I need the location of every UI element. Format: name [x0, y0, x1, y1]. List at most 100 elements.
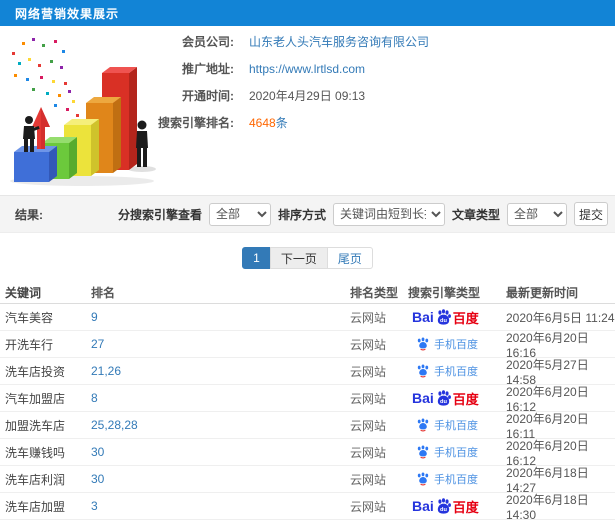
table-row: 汽车加盟店 8 云网站 Bai du 百度 2020年6月20日 16:12 [0, 385, 615, 414]
cell-rank-type: 云网站 [350, 364, 387, 379]
baidu-logo-bai-text: Bai [412, 498, 434, 514]
col-rank-type: 排名类型 [350, 286, 399, 300]
filter-bar: 结果: 分搜索引擎查看 全部 排序方式 关键词由短到长排序 文章类型 全部 提交 [0, 195, 615, 233]
rank-count: 4648 [249, 116, 276, 130]
engine-filter-select[interactable]: 全部 [208, 202, 271, 226]
cell-keyword: 汽车加盟店 [5, 391, 66, 406]
mobile-baidu-text: 手机百度 [434, 420, 478, 432]
baidu-mobile-logo: 手机百度 [408, 444, 478, 460]
cell-engine: 手机百度 [408, 444, 506, 460]
mobile-baidu-paw-icon [417, 418, 429, 432]
baidu-paw-icon: du [437, 389, 451, 406]
last-page-button[interactable]: 尾页 [326, 247, 373, 269]
svg-text:du: du [440, 318, 447, 324]
table-row: 汽车美容 9 云网站 Bai du 百度 2020年6月5日 11:24 [0, 304, 615, 331]
mobile-baidu-text: 手机百度 [434, 474, 478, 486]
cell-rank-type: 云网站 [350, 472, 387, 487]
mobile-baidu-paw-icon [417, 337, 429, 351]
cell-rank[interactable]: 8 [91, 391, 98, 405]
cell-keyword: 洗车店投资 [5, 364, 66, 379]
company-link[interactable]: 山东老人头汽车服务咨询有限公司 [249, 33, 429, 50]
cell-rank-type: 云网站 [350, 445, 387, 460]
col-updated: 最新更新时间 [506, 286, 579, 300]
pagination: 1 下一页 尾页 [242, 247, 373, 269]
cell-rank[interactable]: 21,26 [91, 364, 121, 378]
table-header: 关键词 排名 排名类型 搜索引擎类型 最新更新时间 [0, 282, 615, 304]
submit-button[interactable]: 提交 [574, 202, 608, 226]
article-type-select[interactable]: 全部 [507, 202, 567, 226]
col-engine-type: 搜索引擎类型 [408, 286, 481, 300]
mobile-baidu-paw-icon [417, 364, 429, 378]
baidu-mobile-logo: 手机百度 [408, 336, 478, 352]
engine-rank-value: 4648条 [249, 114, 288, 131]
page-1-button[interactable]: 1 [242, 247, 271, 269]
table-row: 洗车赚钱吗 30 云网站 手机百度 2020年6月20日 16:12 [0, 439, 615, 468]
cell-keyword: 洗车店利润 [5, 472, 66, 487]
results-table: 关键词 排名 排名类型 搜索引擎类型 最新更新时间 汽车美容 9 云网站 Bai… [0, 282, 615, 520]
cell-keyword: 开洗车行 [5, 337, 54, 352]
cell-rank[interactable]: 30 [91, 472, 104, 486]
baidu-logo-bai-text: Bai [412, 309, 434, 325]
cell-rank-type: 云网站 [350, 499, 387, 514]
cell-rank-type: 云网站 [350, 310, 387, 325]
table-row: 洗车店利润 30 云网站 手机百度 2020年6月18日 14:27 [0, 466, 615, 495]
col-keyword: 关键词 [5, 286, 42, 300]
cell-updated: 2020年6月18日 14:30 [506, 492, 589, 520]
pagination-wrap: 1 下一页 尾页 [0, 247, 615, 269]
info-row-open-time: 开通时间: 2020年4月29日 09:13 [120, 82, 429, 109]
member-info: 会员公司: 山东老人头汽车服务咨询有限公司 推广地址: https://www.… [120, 28, 429, 136]
baidu-mobile-logo: 手机百度 [408, 471, 478, 487]
filter-controls: 分搜索引擎查看 全部 排序方式 关键词由短到长排序 文章类型 全部 提交 [118, 202, 608, 226]
table-row: 加盟洗车店 25,28,28 云网站 手机百度 2020年6月20日 16:11 [0, 412, 615, 441]
mobile-baidu-text: 手机百度 [434, 366, 478, 378]
sort-filter-select[interactable]: 关键词由短到长排序 [332, 202, 445, 226]
cell-rank[interactable]: 27 [91, 337, 104, 351]
baidu-mobile-logo: 手机百度 [408, 417, 478, 433]
table-row: 开洗车行 27 云网站 手机百度 2020年6月20日 16:16 [0, 331, 615, 360]
svg-text:du: du [440, 507, 447, 513]
cell-rank[interactable]: 25,28,28 [91, 418, 138, 432]
cell-rank[interactable]: 30 [91, 445, 104, 459]
next-page-button[interactable]: 下一页 [269, 247, 328, 269]
baidu-pc-logo: Bai du 百度 [408, 308, 479, 327]
cell-keyword: 洗车赚钱吗 [5, 445, 66, 460]
cell-rank[interactable]: 9 [91, 310, 98, 324]
baidu-pc-logo: Bai du 百度 [408, 497, 479, 516]
cell-keyword: 加盟洗车店 [5, 418, 66, 433]
engine-rank-label: 搜索引擎排名: [158, 116, 234, 130]
cell-rank[interactable]: 3 [91, 499, 98, 513]
sort-filter-label: 排序方式 [277, 207, 326, 222]
confetti-dots [12, 38, 79, 117]
baidu-paw-icon: du [437, 497, 451, 514]
info-row-rank-count: 搜索引擎排名: 4648条 [120, 109, 429, 136]
article-type-label: 文章类型 [451, 207, 500, 222]
cell-rank-type: 云网站 [350, 391, 387, 406]
mobile-baidu-paw-icon [417, 472, 429, 486]
cell-engine: 手机百度 [408, 471, 506, 487]
company-label: 会员公司: [182, 35, 234, 49]
cell-engine: Bai du 百度 [408, 308, 506, 327]
table-row: 洗车店加盟 3 云网站 Bai du 百度 2020年6月18日 14:30 [0, 493, 615, 520]
promo-url-link[interactable]: https://www.lrtlsd.com [249, 62, 365, 76]
col-rank: 排名 [91, 286, 116, 300]
page-title: 网络营销效果展示 [15, 6, 120, 21]
cell-engine: 手机百度 [408, 363, 506, 379]
engine-filter-label: 分搜索引擎查看 [117, 207, 202, 222]
cell-keyword: 洗车店加盟 [5, 499, 66, 514]
cell-keyword: 汽车美容 [5, 310, 54, 325]
table-row: 洗车店投资 21,26 云网站 手机百度 2020年5月27日 14:58 [0, 358, 615, 387]
svg-text:du: du [440, 399, 447, 405]
mobile-baidu-paw-icon [417, 445, 429, 459]
cell-engine: Bai du 百度 [408, 389, 506, 408]
rank-unit: 条 [275, 116, 288, 130]
result-label: 结果: [15, 207, 43, 222]
info-row-url: 推广地址: https://www.lrtlsd.com [120, 55, 429, 82]
baidu-logo-cn-text: 百度 [452, 391, 479, 407]
table-body: 汽车美容 9 云网站 Bai du 百度 2020年6月5日 11:24 开洗车… [0, 304, 615, 520]
mobile-baidu-text: 手机百度 [434, 339, 478, 351]
cell-rank-type: 云网站 [350, 337, 387, 352]
baidu-paw-icon: du [437, 308, 451, 325]
open-time-value: 2020年4月29日 09:13 [249, 89, 366, 103]
cell-rank-type: 云网站 [350, 418, 387, 433]
baidu-logo-cn-text: 百度 [452, 310, 479, 326]
